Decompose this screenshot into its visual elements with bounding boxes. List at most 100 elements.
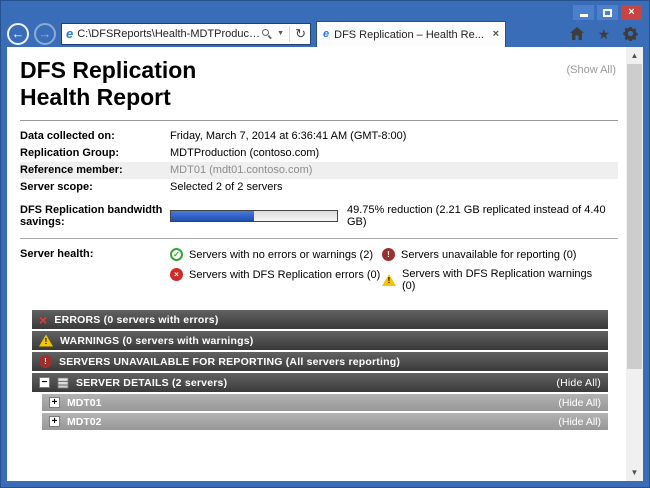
health-item-ok-text: Servers with no errors or warnings (2) [189,249,373,261]
bang-glyph: ! [388,275,391,286]
address-divider [289,26,290,42]
bang-glyph: ! [45,336,48,347]
collapse-toggle[interactable]: − [39,377,50,388]
browser-window: × ← → e C:\DFSReports\Health-MDTProducti… [0,0,650,488]
group-value: MDTProduction (contoso.com) [170,147,319,159]
expand-toggle[interactable]: + [49,416,60,427]
report-sections: × ERRORS (0 servers with errors) ! WARNI… [32,310,608,430]
plus-glyph: + [52,417,58,427]
scroll-down-button[interactable]: ▼ [626,464,643,481]
server-name: MDT01 [67,397,101,409]
health-item-warnings-text: Servers with DFS Replication warnings (0… [402,268,594,292]
show-all-link[interactable]: (Show All) [566,64,616,76]
page-title: DFS Replication Health Report [20,57,618,111]
settings-button[interactable] [623,26,638,41]
hide-all-link[interactable]: (Hide All) [558,416,601,428]
expand-toggle[interactable]: + [49,397,60,408]
section-server-details[interactable]: − SERVER DETAILS (2 servers) (Hide All) [32,373,608,392]
section-unavailable-label: SERVERS UNAVAILABLE FOR REPORTING (All s… [59,356,400,368]
unavailable-circle-icon: ! [382,248,395,261]
scope-value: Selected 2 of 2 servers [170,181,283,193]
scroll-up-button[interactable]: ▲ [626,47,643,64]
tab-favicon-icon: e [323,29,329,40]
check-glyph: ✓ [173,251,180,259]
info-row-reference: Reference member: MDT01 (mdt01.contoso.c… [20,162,618,179]
minus-glyph: − [41,378,47,388]
hide-all-link[interactable]: (Hide All) [556,377,601,389]
health-item-ok: ✓ Servers with no errors or warnings (2) [170,248,382,261]
report-content: DFS Replication Health Report (Show All)… [7,47,626,481]
health-column-right: ! Servers unavailable for reporting (0) … [382,248,594,292]
address-bar[interactable]: e C:\DFSReports\Health-MDTProduction-07M… [61,23,311,45]
scrollbar-thumb[interactable] [627,64,642,369]
close-icon: × [628,7,634,18]
bandwidth-progress-fill [171,211,254,221]
home-icon [570,27,584,40]
title-divider [20,120,618,121]
error-x-icon: × [39,313,47,327]
reference-value: MDT01 (mdt01.contoso.com) [170,164,312,176]
unavailable-circle-icon: ! [39,355,52,368]
section-errors[interactable]: × ERRORS (0 servers with errors) [32,310,608,329]
report-page: DFS Replication Health Report (Show All)… [7,47,643,481]
health-item-errors-text: Servers with DFS Replication errors (0) [189,269,380,281]
check-circle-icon: ✓ [170,248,183,261]
bandwidth-text: 49.75% reduction (2.21 GB replicated ins… [347,204,618,228]
section-warnings[interactable]: ! WARNINGS (0 servers with warnings) [32,331,608,350]
search-icon[interactable] [262,29,272,39]
minimize-button[interactable] [573,5,594,20]
error-circle-icon: × [170,268,183,281]
minimize-icon [580,14,588,17]
close-button[interactable]: × [621,5,642,20]
server-health-grid: ✓ Servers with no errors or warnings (2)… [170,248,594,292]
info-row-scope: Server scope: Selected 2 of 2 servers [20,179,618,196]
info-row-health: Server health: ✓ Servers with no errors … [20,246,618,294]
section-unavailable[interactable]: ! SERVERS UNAVAILABLE FOR REPORTING (All… [32,352,608,371]
cross-glyph: × [174,271,179,279]
health-item-unavailable: ! Servers unavailable for reporting (0) [382,248,594,261]
vertical-scrollbar[interactable]: ▲ ▼ [626,47,643,481]
star-icon: ★ [597,27,610,41]
collected-label: Data collected on: [20,130,170,142]
browser-chrome: ← → e C:\DFSReports\Health-MDTProduction… [7,20,643,47]
toolbar-right-icons: ★ [570,26,638,41]
server-row-mdt02[interactable]: + MDT02 (Hide All) [42,413,608,430]
home-button[interactable] [570,27,584,40]
browser-tab[interactable]: e DFS Replication – Health Re... × [316,21,506,47]
bandwidth-label: DFS Replication bandwidth savings: [20,204,170,228]
tab-title: DFS Replication – Health Re... [334,29,487,41]
address-url[interactable]: C:\DFSReports\Health-MDTProduction-07M [77,28,262,40]
address-dropdown-icon[interactable]: ▼ [277,30,284,37]
arrow-down-icon: ▼ [631,468,639,477]
back-button[interactable]: ← [7,23,29,45]
warning-triangle-icon: ! [382,274,396,286]
plus-glyph: + [52,398,58,408]
maximize-button[interactable] [597,5,618,20]
tab-close-icon[interactable]: × [493,29,499,40]
maximize-icon [603,9,612,17]
refresh-icon[interactable]: ↻ [295,27,306,40]
favorites-button[interactable]: ★ [597,27,610,41]
info-row-collected: Data collected on: Friday, March 7, 2014… [20,128,618,145]
ie-logo-icon: e [66,27,73,40]
section-server-details-label: SERVER DETAILS (2 servers) [76,377,227,389]
forward-button[interactable]: → [34,23,56,45]
address-bar-icons: ▼ ↻ [262,26,306,42]
bang-glyph: ! [44,358,47,366]
section-warnings-label: WARNINGS (0 servers with warnings) [60,335,254,347]
reference-label: Reference member: [20,164,170,176]
warning-triangle-icon: ! [39,335,53,347]
report-header: DFS Replication Health Report (Show All) [20,57,618,111]
server-icon [57,377,69,389]
scope-label: Server scope: [20,181,170,193]
section-errors-label: ERRORS (0 servers with errors) [54,314,218,326]
info-row-group: Replication Group: MDTProduction (contos… [20,145,618,162]
health-item-warnings: ! Servers with DFS Replication warnings … [382,268,594,292]
hide-all-link[interactable]: (Hide All) [558,397,601,409]
server-row-mdt01[interactable]: + MDT01 (Hide All) [42,394,608,411]
health-item-errors: × Servers with DFS Replication errors (0… [170,268,382,281]
collected-value: Friday, March 7, 2014 at 6:36:41 AM (GMT… [170,130,406,142]
health-label: Server health: [20,248,170,260]
caption-buttons: × [573,5,642,20]
bandwidth-progress-bar [170,210,338,222]
